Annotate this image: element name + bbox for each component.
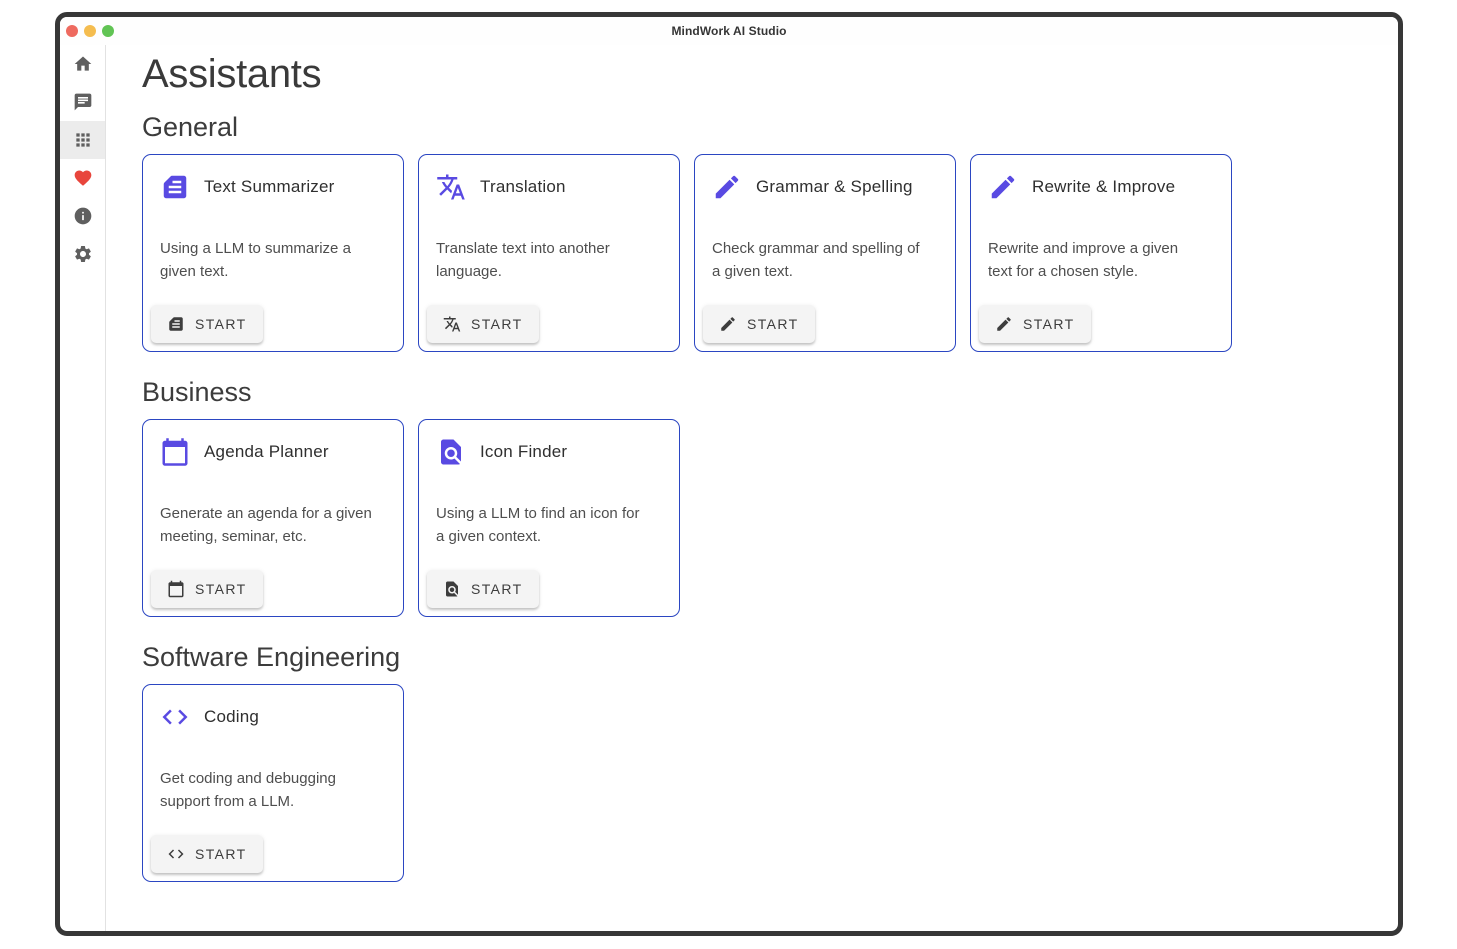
sidebar-item-favorites[interactable] [60, 159, 105, 197]
start-button-label: START [1023, 316, 1075, 332]
calendar-icon [160, 437, 190, 467]
card-description: Translate text into another language. [427, 238, 659, 283]
card-title: Rewrite & Improve [1032, 177, 1175, 197]
card-header: Icon Finder [427, 428, 671, 467]
card-description: Using a LLM to find an icon for a given … [427, 503, 659, 548]
edit-icon [995, 315, 1013, 333]
card-actions: START [151, 835, 395, 873]
card-header: Coding [151, 693, 395, 732]
section-business: Business Agenda Planner Generate an agen… [142, 377, 1398, 617]
card-title: Agenda Planner [204, 442, 329, 462]
text-snippet-icon [160, 172, 190, 202]
start-button-coding[interactable]: START [151, 835, 263, 873]
card-description: Check grammar and spelling of a given te… [703, 238, 935, 283]
sidebar [60, 45, 106, 931]
window-title: MindWork AI Studio [60, 24, 1398, 38]
card-actions: START [427, 570, 671, 608]
card-description: Rewrite and improve a given text for a c… [979, 238, 1211, 283]
edit-icon [712, 172, 742, 202]
sidebar-item-about[interactable] [60, 197, 105, 235]
edit-icon [719, 315, 737, 333]
sidebar-item-home[interactable] [60, 45, 105, 83]
assistant-card-rewrite-improve: Rewrite & Improve Rewrite and improve a … [970, 154, 1232, 352]
section-heading: Software Engineering [142, 642, 1398, 672]
section-software-engineering: Software Engineering Coding Get coding a… [142, 642, 1398, 882]
titlebar: MindWork AI Studio [60, 17, 1398, 45]
card-actions: START [151, 570, 395, 608]
section-heading: Business [142, 377, 1398, 407]
card-title: Text Summarizer [204, 177, 335, 197]
card-row: Agenda Planner Generate an agenda for a … [142, 419, 1398, 617]
start-button-translation[interactable]: START [427, 305, 539, 343]
card-description: Using a LLM to summarize a given text. [151, 238, 383, 283]
info-icon [73, 206, 93, 226]
card-actions: START [427, 305, 671, 343]
main-content: Assistants General Text Summarizer Using… [106, 45, 1398, 931]
assistant-card-text-summarizer: Text Summarizer Using a LLM to summarize… [142, 154, 404, 352]
text-snippet-icon [167, 315, 185, 333]
card-header: Grammar & Spelling [703, 163, 947, 202]
heart-icon [73, 168, 93, 188]
card-actions: START [703, 305, 947, 343]
calendar-icon [167, 580, 185, 598]
section-heading: General [142, 112, 1398, 142]
code-icon [167, 845, 185, 863]
translate-icon [443, 315, 461, 333]
card-header: Agenda Planner [151, 428, 395, 467]
card-row: Text Summarizer Using a LLM to summarize… [142, 154, 1398, 352]
card-title: Grammar & Spelling [756, 177, 913, 197]
find-icon [436, 437, 466, 467]
start-button-grammar-spelling[interactable]: START [703, 305, 815, 343]
start-button-label: START [195, 581, 247, 597]
start-button-label: START [471, 316, 523, 332]
card-title: Translation [480, 177, 566, 197]
start-button-icon-finder[interactable]: START [427, 570, 539, 608]
chat-icon [73, 92, 93, 112]
sidebar-item-settings[interactable] [60, 235, 105, 273]
start-button-text-summarizer[interactable]: START [151, 305, 263, 343]
start-button-agenda-planner[interactable]: START [151, 570, 263, 608]
translate-icon [436, 172, 466, 202]
start-button-label: START [195, 846, 247, 862]
card-actions: START [979, 305, 1223, 343]
sidebar-item-chats[interactable] [60, 83, 105, 121]
find-icon [443, 580, 461, 598]
card-title: Icon Finder [480, 442, 567, 462]
assistant-card-coding: Coding Get coding and debugging support … [142, 684, 404, 882]
card-header: Text Summarizer [151, 163, 395, 202]
start-button-label: START [471, 581, 523, 597]
card-actions: START [151, 305, 395, 343]
page-title: Assistants [142, 52, 1398, 96]
section-general: General Text Summarizer Using a LLM to s… [142, 112, 1398, 352]
assistant-card-translation: Translation Translate text into another … [418, 154, 680, 352]
sidebar-item-assistants[interactable] [60, 121, 105, 159]
window-body: Assistants General Text Summarizer Using… [60, 45, 1398, 931]
app-window: MindWork AI Studio Assistants General [55, 12, 1403, 936]
card-header: Translation [427, 163, 671, 202]
assistant-card-agenda-planner: Agenda Planner Generate an agenda for a … [142, 419, 404, 617]
code-icon [160, 702, 190, 732]
gear-icon [73, 244, 93, 264]
apps-icon [73, 130, 93, 150]
card-description: Get coding and debugging support from a … [151, 768, 383, 813]
sections: General Text Summarizer Using a LLM to s… [142, 112, 1398, 882]
card-title: Coding [204, 707, 259, 727]
home-icon [73, 54, 93, 74]
card-description: Generate an agenda for a given meeting, … [151, 503, 383, 548]
start-button-label: START [195, 316, 247, 332]
start-button-label: START [747, 316, 799, 332]
card-header: Rewrite & Improve [979, 163, 1223, 202]
card-row: Coding Get coding and debugging support … [142, 684, 1398, 882]
assistant-card-icon-finder: Icon Finder Using a LLM to find an icon … [418, 419, 680, 617]
assistant-card-grammar-spelling: Grammar & Spelling Check grammar and spe… [694, 154, 956, 352]
start-button-rewrite-improve[interactable]: START [979, 305, 1091, 343]
edit-icon [988, 172, 1018, 202]
